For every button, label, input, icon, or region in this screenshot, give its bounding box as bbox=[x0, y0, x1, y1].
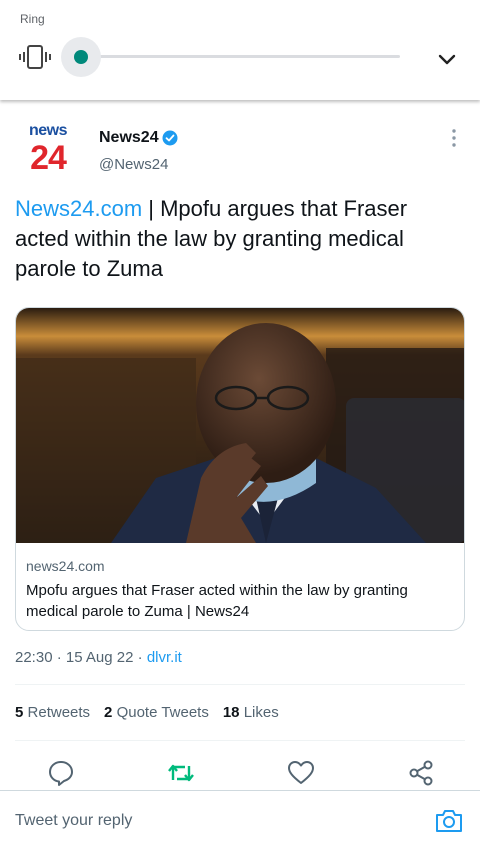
quote-tweets-stat[interactable]: 2 Quote Tweets bbox=[104, 704, 209, 721]
author-name[interactable]: News24 bbox=[99, 129, 159, 147]
share-icon[interactable] bbox=[406, 758, 436, 788]
divider bbox=[15, 740, 465, 741]
logo-text-bottom: 24 bbox=[30, 139, 67, 177]
verified-badge-icon bbox=[162, 130, 178, 146]
article-photo[interactable] bbox=[16, 308, 465, 543]
tweet-timestamp: 22:30 · 15 Aug 22 · dlvr.it bbox=[15, 649, 182, 666]
logo-text-top: news bbox=[28, 122, 68, 139]
divider bbox=[15, 684, 465, 685]
chevron-down-icon[interactable] bbox=[436, 48, 458, 70]
volume-slider-track[interactable] bbox=[70, 55, 400, 58]
card-domain: news24.com bbox=[26, 558, 105, 574]
tweet-date: 15 Aug 22 bbox=[65, 649, 134, 666]
tweet-link[interactable]: News24.com bbox=[15, 196, 142, 221]
news24-logo[interactable]: news 24 bbox=[20, 122, 76, 178]
reply-input[interactable] bbox=[15, 812, 415, 830]
engagement-stats: 5 Retweets 2 Quote Tweets 18 Likes bbox=[15, 704, 293, 721]
link-card[interactable]: news24.com Mpofu argues that Fraser acte… bbox=[15, 307, 465, 631]
card-title: Mpofu argues that Fraser acted within th… bbox=[26, 582, 408, 620]
vibrate-icon[interactable] bbox=[18, 43, 52, 71]
more-options-icon[interactable] bbox=[448, 128, 460, 148]
tweet-time: 22:30 bbox=[15, 649, 53, 666]
reply-icon[interactable] bbox=[46, 758, 76, 788]
retweet-icon[interactable] bbox=[166, 758, 196, 788]
ring-label: Ring bbox=[20, 12, 45, 26]
tweet-source[interactable]: dlvr.it bbox=[147, 649, 182, 666]
tweet-text: News24.com | Mpofu argues that Fraser ac… bbox=[15, 194, 455, 284]
like-heart-icon[interactable] bbox=[286, 758, 316, 788]
retweets-stat[interactable]: 5 Retweets bbox=[15, 704, 90, 721]
likes-stat[interactable]: 18 Likes bbox=[223, 704, 279, 721]
author-handle[interactable]: @News24 bbox=[99, 156, 168, 173]
ring-volume-panel: Ring bbox=[0, 0, 480, 100]
volume-slider-thumb[interactable] bbox=[74, 50, 88, 64]
camera-icon[interactable] bbox=[434, 806, 464, 836]
